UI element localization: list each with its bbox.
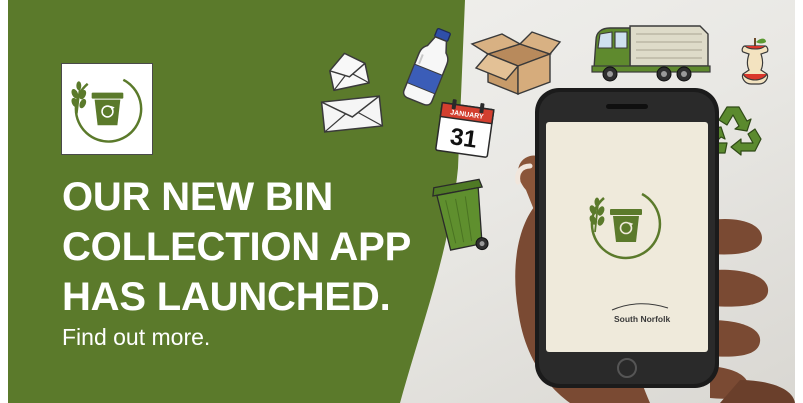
app-logo <box>61 63 153 155</box>
bin-lorry-icon <box>591 25 711 82</box>
headline: OUR NEW BIN COLLECTION APP HAS LAUNCHED. <box>62 172 411 322</box>
headline-line-2: COLLECTION APP <box>62 225 412 269</box>
calendar-icon: JANUARY 31 <box>435 99 495 158</box>
app-launch-banner[interactable]: OUR NEW BIN COLLECTION APP HAS LAUNCHED.… <box>0 0 803 403</box>
app-logo-icon <box>71 78 143 143</box>
headline-line-3: HAS LAUNCHED. <box>62 275 391 319</box>
envelope-open-icon <box>329 52 370 92</box>
envelope-icon <box>320 95 384 133</box>
smartphone-icon: South Norfolk <box>535 88 719 388</box>
green-wheelie-bin-icon <box>432 178 489 251</box>
phone-brand-label: South Norfolk <box>614 314 670 324</box>
headline-line-1: OUR NEW BIN <box>62 175 334 219</box>
calendar-day: 31 <box>448 123 478 153</box>
find-out-more-link[interactable]: Find out more. <box>62 323 210 351</box>
hand-holding-phone: South Norfolk <box>515 88 795 403</box>
